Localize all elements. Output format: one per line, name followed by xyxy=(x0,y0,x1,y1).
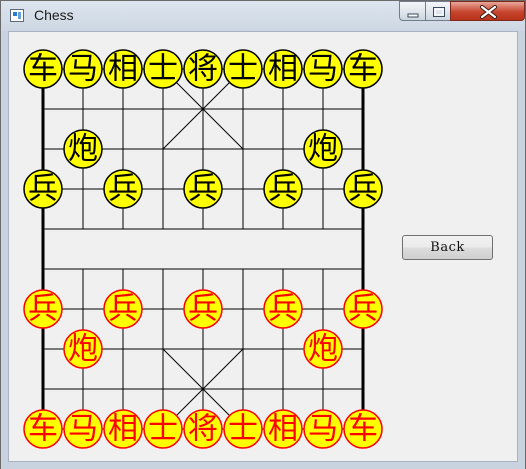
red-piece[interactable]: 车 xyxy=(343,409,383,449)
red-piece[interactable]: 相 xyxy=(103,409,143,449)
red-piece[interactable]: 炮 xyxy=(303,329,343,369)
piece-character: 车 xyxy=(28,412,58,447)
piece-character: 马 xyxy=(68,412,98,447)
red-piece[interactable]: 炮 xyxy=(63,329,103,369)
piece-character: 将 xyxy=(188,52,218,87)
black-piece[interactable]: 车 xyxy=(23,49,63,89)
piece-character: 相 xyxy=(108,52,138,87)
red-piece[interactable]: 兵 xyxy=(103,289,143,329)
red-piece[interactable]: 马 xyxy=(63,409,103,449)
piece-character: 兵 xyxy=(188,292,218,327)
client-area: 车马相士将士相马车炮炮兵兵兵兵兵兵兵兵兵兵炮炮车马相士将士相马车 Back xyxy=(8,31,518,462)
piece-character: 相 xyxy=(268,52,298,87)
piece-character: 兵 xyxy=(28,292,58,327)
piece-character: 车 xyxy=(348,52,378,87)
chess-app-icon[interactable] xyxy=(10,9,24,22)
black-piece[interactable]: 将 xyxy=(183,49,223,89)
red-piece[interactable]: 士 xyxy=(223,409,263,449)
black-piece[interactable]: 炮 xyxy=(63,129,103,169)
piece-character: 士 xyxy=(228,412,258,447)
piece-character: 士 xyxy=(148,412,178,447)
close-button[interactable] xyxy=(450,1,525,21)
piece-character: 士 xyxy=(148,52,178,87)
black-piece[interactable]: 相 xyxy=(263,49,303,89)
piece-character: 车 xyxy=(348,412,378,447)
red-piece[interactable]: 相 xyxy=(263,409,303,449)
black-piece[interactable]: 兵 xyxy=(343,169,383,209)
piece-character: 兵 xyxy=(348,172,378,207)
piece-character: 兵 xyxy=(108,292,138,327)
red-piece[interactable]: 兵 xyxy=(183,289,223,329)
red-piece[interactable]: 兵 xyxy=(263,289,303,329)
piece-character: 马 xyxy=(68,52,98,87)
red-piece[interactable]: 将 xyxy=(183,409,223,449)
maximize-icon xyxy=(433,7,445,17)
black-piece[interactable]: 兵 xyxy=(23,169,63,209)
piece-character: 炮 xyxy=(308,332,338,367)
chess-window: Chess 车马相士将士相马车炮炮兵兵兵兵兵兵兵兵兵兵炮 炮 车 马 相 士 将… xyxy=(0,0,526,469)
close-icon xyxy=(480,5,497,19)
red-piece[interactable]: 兵 xyxy=(23,289,63,329)
piece-character: 炮 xyxy=(68,132,98,167)
black-piece[interactable]: 相 xyxy=(103,49,143,89)
piece-character: 相 xyxy=(268,412,298,447)
piece-character: 兵 xyxy=(268,292,298,327)
window-title: Chess xyxy=(34,7,74,23)
piece-character: 马 xyxy=(308,52,338,87)
black-piece[interactable]: 炮 xyxy=(303,129,343,169)
minimize-icon xyxy=(407,13,419,18)
red-piece[interactable]: 兵 xyxy=(343,289,383,329)
title-bar[interactable]: Chess xyxy=(1,1,525,31)
minimize-button[interactable] xyxy=(399,1,426,21)
black-piece[interactable]: 兵 xyxy=(103,169,143,209)
piece-character: 将 xyxy=(188,412,218,447)
piece-character: 士 xyxy=(228,52,258,87)
piece-character: 兵 xyxy=(188,172,218,207)
piece-character: 炮 xyxy=(308,132,338,167)
piece-character: 兵 xyxy=(268,172,298,207)
piece-character: 马 xyxy=(308,412,338,447)
black-piece[interactable]: 车 xyxy=(343,49,383,89)
piece-character: 兵 xyxy=(108,172,138,207)
piece-character: 炮 xyxy=(68,332,98,367)
piece-character: 车 xyxy=(28,52,58,87)
black-piece[interactable]: 马 xyxy=(63,49,103,89)
red-piece[interactable]: 士 xyxy=(143,409,183,449)
window-bottom-border xyxy=(1,462,525,469)
back-button[interactable]: Back xyxy=(402,235,493,260)
piece-character: 兵 xyxy=(28,172,58,207)
black-piece[interactable]: 士 xyxy=(143,49,183,89)
piece-character: 兵 xyxy=(348,292,378,327)
black-piece[interactable]: 士 xyxy=(223,49,263,89)
black-piece[interactable]: 兵 xyxy=(263,169,303,209)
red-piece[interactable]: 车 xyxy=(23,409,63,449)
red-piece[interactable]: 马 xyxy=(303,409,343,449)
maximize-button[interactable] xyxy=(425,1,451,21)
piece-character: 相 xyxy=(108,412,138,447)
black-piece[interactable]: 兵 xyxy=(183,169,223,209)
black-piece[interactable]: 马 xyxy=(303,49,343,89)
